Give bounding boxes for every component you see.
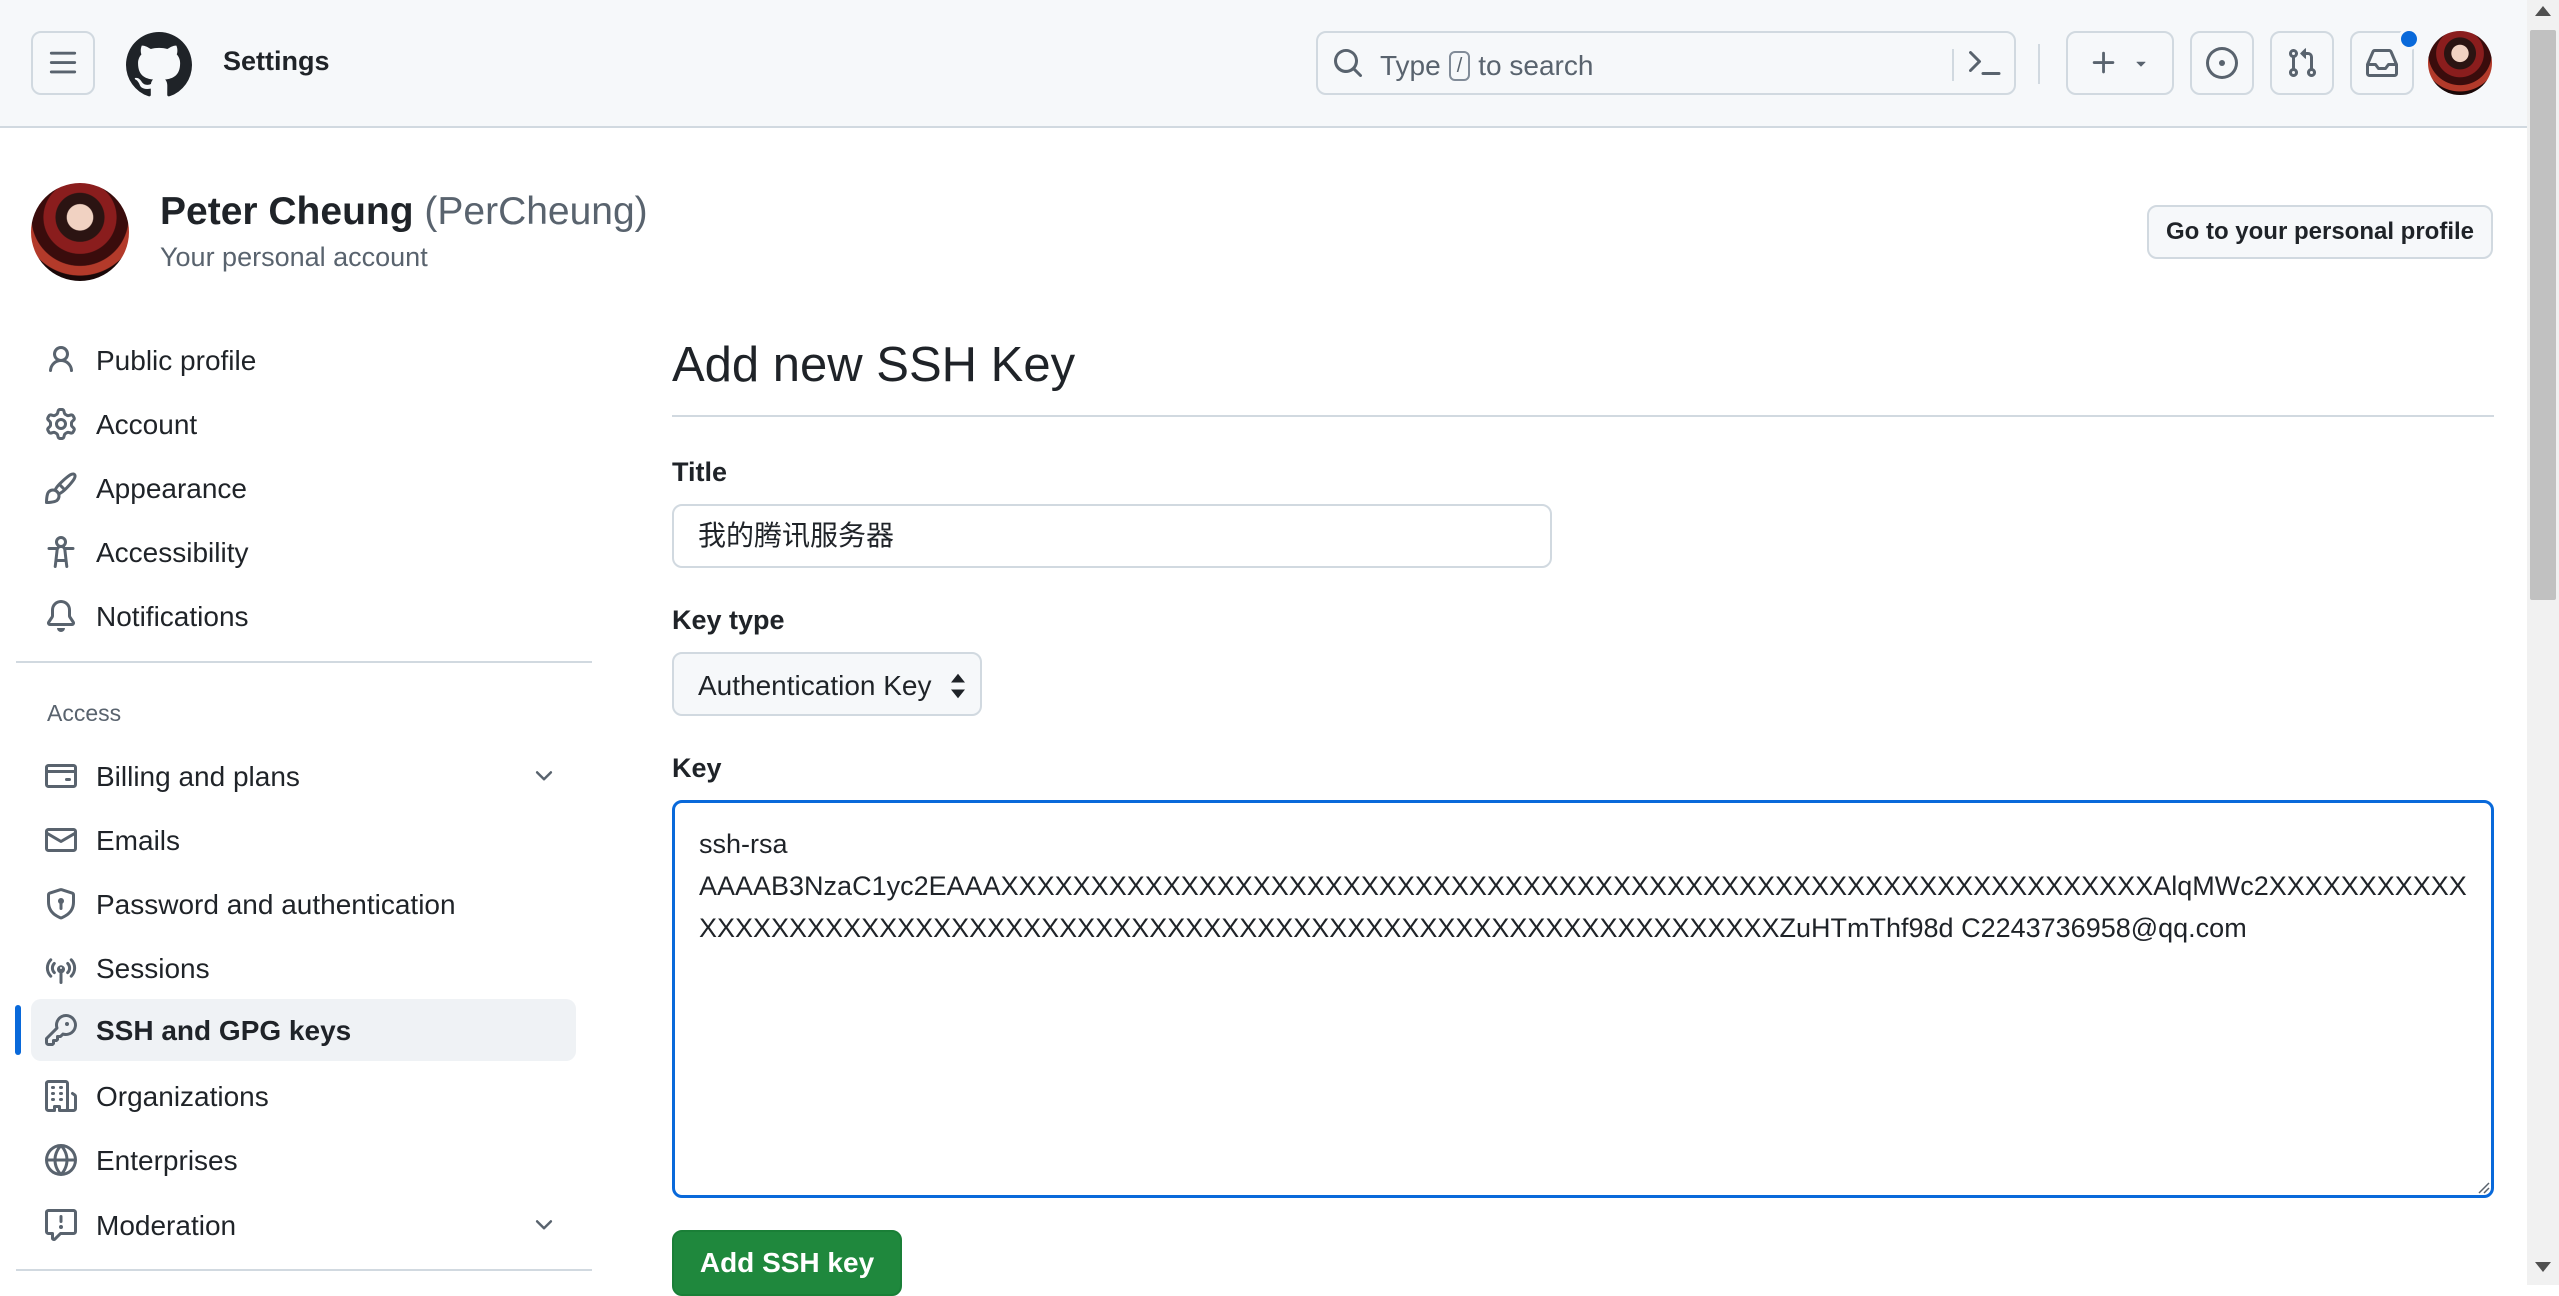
sidebar-item-label: Organizations	[96, 1081, 269, 1112]
sidebar-item-label: Moderation	[96, 1210, 237, 1241]
sidebar-item-label: Emails	[96, 825, 181, 856]
sidebar-item-label: Accessibility	[96, 537, 249, 568]
title-field-label: Title	[672, 457, 728, 487]
hamburger-menu-button[interactable]	[31, 31, 95, 95]
page-title-divider	[672, 415, 2494, 417]
sidebar-item-password-auth[interactable]: Password and authentication	[31, 873, 576, 935]
global-header: Settings Type / to search	[0, 0, 2527, 128]
person-icon	[49, 346, 73, 373]
key-textarea[interactable]: ssh-rsa AAAAB3NzaC1yc2EAAAXXXXXXXXXXXXXX…	[672, 800, 2494, 1198]
search-input[interactable]: Type / to search	[1316, 31, 2016, 95]
sidebar-item-label: Account	[96, 409, 198, 440]
key-type-value: Authentication Key	[698, 670, 932, 701]
organization-icon	[45, 1080, 77, 1112]
sidebar-item-notifications[interactable]: Notifications	[31, 585, 576, 647]
sidebar-item-sessions[interactable]: Sessions	[31, 937, 576, 999]
chevron-down-icon[interactable]	[531, 1212, 557, 1238]
pull-requests-icon	[2288, 48, 2317, 78]
sidebar-item-label: Public profile	[96, 345, 257, 376]
scrollbar-thumb[interactable]	[2530, 30, 2556, 600]
go-to-profile-button[interactable]: Go to your personal profile	[2147, 205, 2493, 259]
gear-icon	[46, 408, 76, 440]
sidebar-item-appearance[interactable]: Appearance	[31, 457, 576, 519]
search-suffix: to search	[1478, 50, 1594, 81]
profile-display-name: Peter Cheung	[160, 190, 414, 233]
scroll-up-arrow-icon[interactable]	[2535, 6, 2551, 16]
sidebar-item-public-profile[interactable]: Public profile	[31, 329, 576, 391]
profile-name[interactable]: Peter Cheung (PerCheung)	[160, 190, 648, 234]
pull-requests-button[interactable]	[2270, 31, 2334, 95]
bell-icon	[46, 600, 75, 632]
sidebar-section-heading: Access	[47, 700, 122, 726]
sidebar-item-billing[interactable]: Billing and plans	[31, 745, 576, 807]
shield-lock-icon	[47, 888, 75, 920]
key-type-label: Key type	[672, 605, 785, 635]
plus-icon	[2092, 51, 2115, 74]
sidebar-item-accessibility[interactable]: Accessibility	[31, 521, 576, 583]
key-text-line: AAAAB3NzaC1yc2EAAAXXXXXXXXXXXXXXXXXXXXXX…	[699, 871, 2467, 943]
sidebar-item-organizations[interactable]: Organizations	[31, 1065, 576, 1127]
accessibility-icon	[47, 536, 75, 568]
header-separator	[2038, 44, 2040, 84]
issues-icon	[2206, 47, 2238, 79]
sidebar-item-label: Sessions	[96, 953, 210, 984]
search-icon	[1334, 49, 1363, 78]
paintbrush-icon	[45, 472, 77, 504]
issues-button[interactable]	[2190, 31, 2254, 95]
profile-login: (PerCheung)	[424, 190, 648, 233]
create-new-button[interactable]	[2066, 31, 2174, 95]
key-type-select[interactable]: Authentication Key	[672, 652, 982, 716]
sidebar-item-emails[interactable]: Emails	[31, 809, 576, 871]
report-icon	[45, 1209, 77, 1241]
key-field-label: Key	[672, 753, 722, 783]
add-ssh-key-button[interactable]: Add SSH key	[672, 1230, 902, 1296]
notification-indicator	[2398, 28, 2420, 50]
chevron-down-icon[interactable]	[531, 763, 557, 789]
broadcast-icon	[45, 958, 77, 984]
sidebar-divider	[16, 661, 592, 663]
active-nav-indicator	[15, 1005, 21, 1055]
globe-icon	[45, 1144, 77, 1176]
hamburger-menu-icon	[49, 51, 77, 74]
sidebar-item-label: Password and authentication	[96, 889, 456, 920]
search-divider	[1952, 49, 1954, 81]
page-title: Add new SSH Key	[672, 338, 1076, 392]
inbox-icon	[2366, 49, 2398, 77]
profile-subtitle: Your personal account	[160, 242, 428, 272]
sidebar-item-account[interactable]: Account	[31, 393, 576, 455]
user-avatar[interactable]	[2428, 31, 2492, 95]
scroll-down-arrow-icon[interactable]	[2535, 1262, 2551, 1272]
title-input[interactable]: 我的腾讯服务器	[672, 504, 1552, 568]
select-arrows-icon	[951, 673, 965, 699]
mail-icon	[45, 828, 77, 852]
sidebar-item-label: Enterprises	[96, 1145, 238, 1176]
credit-card-icon	[45, 764, 77, 788]
resize-handle-icon[interactable]	[2474, 1178, 2490, 1194]
sidebar-item-ssh-gpg-keys[interactable]: SSH and GPG keys	[31, 999, 576, 1061]
sidebar-item-label: Appearance	[96, 473, 248, 504]
github-logo-icon[interactable]	[126, 32, 192, 98]
key-text-line: ssh-rsa	[699, 829, 788, 859]
sidebar-item-moderation[interactable]: Moderation	[31, 1194, 576, 1256]
command-palette-icon[interactable]	[1969, 49, 2001, 81]
search-prefix: Type	[1380, 50, 1441, 81]
sidebar-item-label: Notifications	[96, 601, 249, 632]
caret-down-icon	[2136, 61, 2146, 67]
profile-avatar[interactable]	[31, 183, 129, 281]
sidebar-item-label: Billing and plans	[96, 761, 300, 792]
sidebar-item-label: SSH and GPG keys	[96, 1015, 352, 1046]
key-icon	[45, 1014, 77, 1046]
sidebar-divider	[16, 1269, 592, 1271]
search-shortcut-key: /	[1448, 51, 1471, 81]
search-placeholder: Type / to search	[1380, 50, 1593, 82]
header-title[interactable]: Settings	[223, 46, 330, 77]
sidebar-item-enterprises[interactable]: Enterprises	[31, 1129, 576, 1191]
